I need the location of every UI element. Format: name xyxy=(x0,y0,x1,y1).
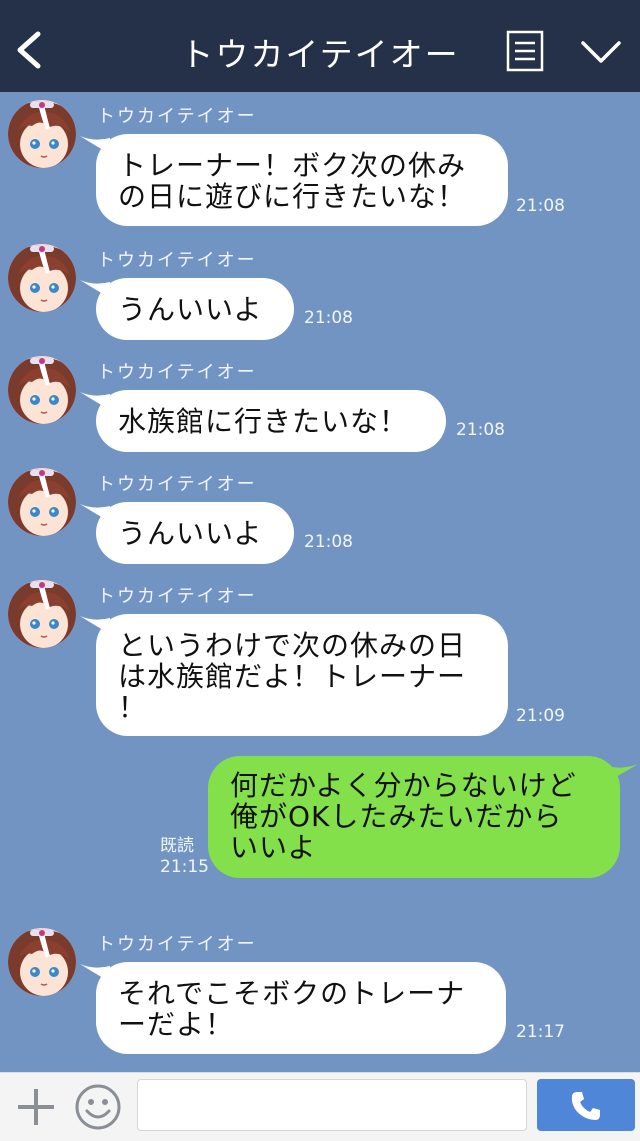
sender-name: トウカイテイオー xyxy=(97,106,257,127)
avatar[interactable] xyxy=(8,356,76,424)
sender-name: トウカイテイオー xyxy=(97,362,257,383)
sender-name: トウカイテイオー xyxy=(97,934,257,955)
list-icon[interactable] xyxy=(506,30,544,72)
message-time: 21:15 xyxy=(160,857,209,877)
smiley-icon[interactable] xyxy=(74,1083,122,1131)
chat-header: トウカイテイオー xyxy=(0,0,640,92)
phone-icon xyxy=(571,1092,600,1120)
chat-title: トウカイテイオー xyxy=(180,35,460,74)
message-input[interactable] xyxy=(137,1079,527,1131)
message-time: 21:08 xyxy=(304,308,353,328)
sender-name: トウカイテイオー xyxy=(97,474,257,495)
chevron-down-icon[interactable] xyxy=(580,38,622,66)
sender-name: トウカイテイオー xyxy=(97,586,257,607)
avatar[interactable] xyxy=(8,928,76,996)
my-message-bubble[interactable]: 何だかよく分からないけど 俺がOKしたみたいだから いいよ xyxy=(208,756,620,878)
plus-icon[interactable] xyxy=(14,1085,58,1129)
message-bubble[interactable]: それでこそボクのトレーナ ーだよ！ xyxy=(96,962,506,1054)
avatar[interactable] xyxy=(8,100,76,168)
message-bubble[interactable]: というわけで次の休みの日 は水族館だよ！トレーナー ！ xyxy=(96,614,508,736)
message-bubble[interactable]: トレーナー！ボク次の休み の日に遊びに行きたいな！ xyxy=(96,134,508,226)
message-time: 21:08 xyxy=(304,532,353,552)
read-label: 既読 xyxy=(160,836,194,856)
avatar[interactable] xyxy=(8,468,76,536)
avatar[interactable] xyxy=(8,580,76,648)
sender-name: トウカイテイオー xyxy=(97,250,257,271)
message-time: 21:09 xyxy=(516,706,565,726)
message-bubble[interactable]: 水族館に行きたいな！ xyxy=(96,390,446,452)
input-bar xyxy=(0,1072,640,1141)
message-time: 21:08 xyxy=(516,196,565,216)
message-time: 21:17 xyxy=(516,1022,565,1042)
message-bubble[interactable]: うんいいよ xyxy=(96,502,294,564)
message-time: 21:08 xyxy=(456,420,505,440)
avatar[interactable] xyxy=(8,244,76,312)
message-bubble[interactable]: うんいいよ xyxy=(96,278,294,340)
call-button[interactable] xyxy=(537,1079,635,1131)
read-receipt: 既読 21:15 xyxy=(160,836,209,878)
